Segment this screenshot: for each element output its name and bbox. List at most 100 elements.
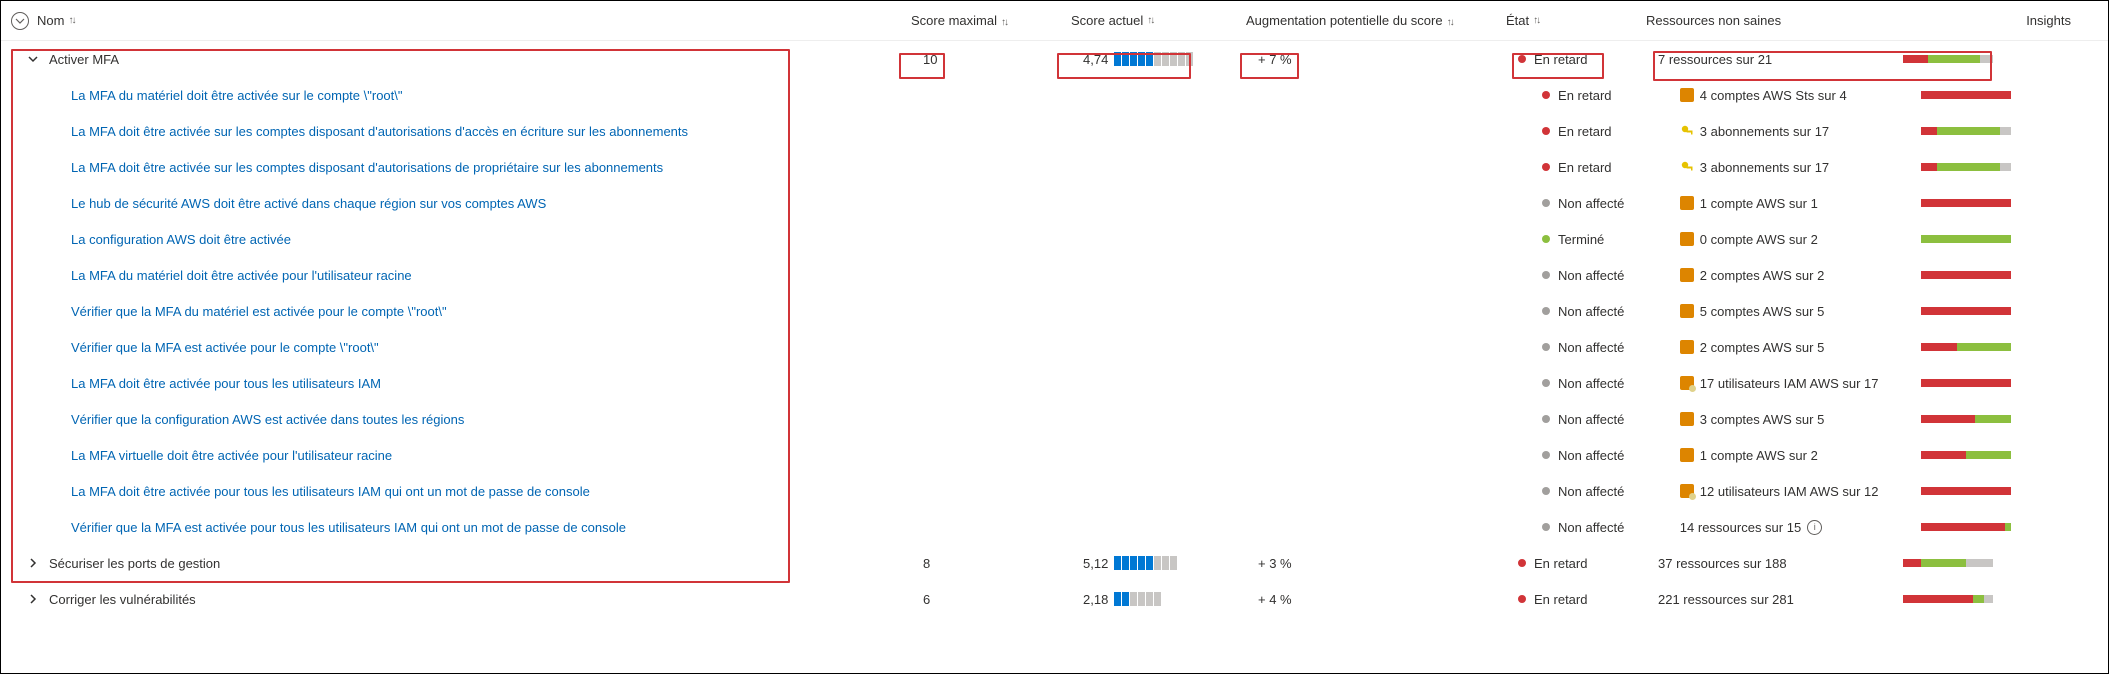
health-bar [1903, 55, 1993, 63]
health-bar [1921, 271, 2011, 279]
aws-account-icon [1680, 88, 1694, 102]
max-score-cell: 6 [923, 592, 1083, 607]
header-unhealthy-resources[interactable]: Ressources non saines [1646, 13, 1781, 28]
status-dot-icon [1542, 379, 1550, 387]
chevron-down-icon[interactable] [23, 53, 43, 65]
recommendation-row[interactable]: La MFA doit être activée pour tous les u… [1, 473, 2108, 509]
recommendation-row[interactable]: La MFA virtuelle doit être activée pour … [1, 437, 2108, 473]
recommendation-row[interactable]: Vérifier que la configuration AWS est ac… [1, 401, 2108, 437]
health-bar-cell [1903, 595, 2003, 603]
status-dot-icon [1542, 235, 1550, 243]
status-dot-icon [1542, 307, 1550, 315]
resources-cell: 3 comptes AWS sur 5 [1680, 412, 1921, 427]
chevron-right-icon[interactable] [23, 557, 43, 569]
recommendation-link[interactable]: La MFA doit être activée sur les comptes… [71, 124, 688, 139]
health-bar [1921, 343, 2011, 351]
health-bar-cell [1921, 451, 2019, 459]
recommendation-row[interactable]: Vérifier que la MFA est activée pour tou… [1, 509, 2108, 545]
recommendation-link[interactable]: La MFA doit être activée pour tous les u… [71, 484, 590, 499]
recommendation-link[interactable]: Vérifier que la MFA est activée pour le … [71, 340, 379, 355]
iam-users-icon [1680, 484, 1694, 498]
group-name: Activer MFA [49, 52, 119, 67]
recommendation-row[interactable]: La MFA du matériel doit être activée pou… [1, 257, 2108, 293]
aws-account-icon [1680, 412, 1694, 426]
status-dot-icon [1542, 451, 1550, 459]
health-bar [1921, 163, 2011, 171]
header-current-score[interactable]: Score actuel [1071, 13, 1143, 28]
header-max-score[interactable]: Score maximal [911, 13, 997, 28]
info-icon[interactable]: i [1807, 520, 1822, 535]
select-all-toggle[interactable] [11, 12, 29, 30]
status-dot-icon [1518, 595, 1526, 603]
status-dot-icon [1542, 163, 1550, 171]
state-cell: En retard [1542, 160, 1680, 175]
recommendation-row[interactable]: La configuration AWS doit être activée Te… [1, 221, 2108, 257]
status-dot-icon [1542, 523, 1550, 531]
key-icon [1680, 124, 1694, 138]
recommendation-row[interactable]: La MFA doit être activée sur les comptes… [1, 149, 2108, 185]
resources-cell: 0 compte AWS sur 2 [1680, 232, 1921, 247]
health-bar-cell [1921, 127, 2019, 135]
health-bar [1903, 595, 1993, 603]
state-cell: Non affecté [1542, 376, 1680, 391]
recommendation-link[interactable]: Vérifier que la MFA du matériel est acti… [71, 304, 447, 319]
recommendation-row[interactable]: Vérifier que la MFA du matériel est acti… [1, 293, 2108, 329]
recommendation-link[interactable]: La MFA du matériel doit être activée pou… [71, 268, 412, 283]
chevron-right-icon[interactable] [23, 593, 43, 605]
health-bar-cell [1921, 163, 2019, 171]
health-bar [1921, 487, 2011, 495]
sort-icon: ↑↓ [1001, 17, 1007, 28]
state-cell: Non affecté [1542, 412, 1680, 427]
header-state[interactable]: État [1506, 13, 1529, 28]
current-score-cell: 5,12 [1083, 556, 1258, 571]
header-insights[interactable]: Insights [2026, 13, 2071, 28]
health-bar-cell [1903, 55, 2003, 63]
resources-cell: 7 ressources sur 21 [1658, 52, 1903, 67]
resources-cell: 17 utilisateurs IAM AWS sur 17 [1680, 376, 1921, 391]
increase-cell: + 4 % [1258, 592, 1518, 607]
health-bar [1921, 451, 2011, 459]
health-bar-cell [1921, 307, 2019, 315]
recommendation-row[interactable]: La MFA du matériel doit être activée sur… [1, 77, 2108, 113]
health-bar-cell [1921, 487, 2019, 495]
status-dot-icon [1542, 487, 1550, 495]
health-bar [1921, 127, 2011, 135]
state-cell: Terminé [1542, 232, 1680, 247]
main-scroll[interactable]: Nom↑↓ Score maximal↑↓ Score actuel↑↓ Aug… [1, 1, 2108, 673]
recommendation-link[interactable]: La MFA virtuelle doit être activée pour … [71, 448, 392, 463]
score-blocks [1114, 556, 1177, 570]
health-bar-cell [1921, 235, 2019, 243]
recommendation-link[interactable]: Le hub de sécurité AWS doit être activé … [71, 196, 546, 211]
group-row[interactable]: Corriger les vulnérabilités62,18+ 4 %En … [1, 581, 2108, 617]
recommendation-link[interactable]: Vérifier que la MFA est activée pour tou… [71, 520, 626, 535]
recommendation-link[interactable]: La MFA doit être activée sur les comptes… [71, 160, 663, 175]
group-row[interactable]: Sécuriser les ports de gestion85,12+ 3 %… [1, 545, 2108, 581]
state-cell: Non affecté [1542, 304, 1680, 319]
recommendation-row[interactable]: Vérifier que la MFA est activée pour le … [1, 329, 2108, 365]
max-score-cell: 10 [923, 52, 1083, 67]
health-bar [1921, 307, 2011, 315]
group-row[interactable]: Activer MFA104,74+ 7 %En retard7 ressour… [1, 41, 2108, 77]
recommendation-link[interactable]: La configuration AWS doit être activée [71, 232, 291, 247]
health-bar [1921, 235, 2011, 243]
health-bar [1921, 415, 2011, 423]
status-dot-icon [1542, 415, 1550, 423]
recommendation-row[interactable]: Le hub de sécurité AWS doit être activé … [1, 185, 2108, 221]
state-cell: Non affecté [1542, 340, 1680, 355]
aws-account-icon [1680, 448, 1694, 462]
resources-cell: 221 ressources sur 281 [1658, 592, 1903, 607]
recommendation-link[interactable]: La MFA doit être activée pour tous les u… [71, 376, 381, 391]
aws-account-icon [1680, 268, 1694, 282]
score-blocks [1114, 52, 1193, 66]
state-cell: En retard [1518, 52, 1658, 67]
recommendation-row[interactable]: La MFA doit être activée sur les comptes… [1, 113, 2108, 149]
header-potential-increase[interactable]: Augmentation potentielle du score [1246, 13, 1443, 28]
state-cell: En retard [1518, 592, 1658, 607]
state-cell: Non affecté [1542, 268, 1680, 283]
recommendation-link[interactable]: Vérifier que la configuration AWS est ac… [71, 412, 464, 427]
recommendation-link[interactable]: La MFA du matériel doit être activée sur… [71, 88, 403, 103]
resources-cell: 5 comptes AWS sur 5 [1680, 304, 1921, 319]
health-bar [1921, 91, 2011, 99]
header-name[interactable]: Nom [37, 13, 64, 28]
recommendation-row[interactable]: La MFA doit être activée pour tous les u… [1, 365, 2108, 401]
